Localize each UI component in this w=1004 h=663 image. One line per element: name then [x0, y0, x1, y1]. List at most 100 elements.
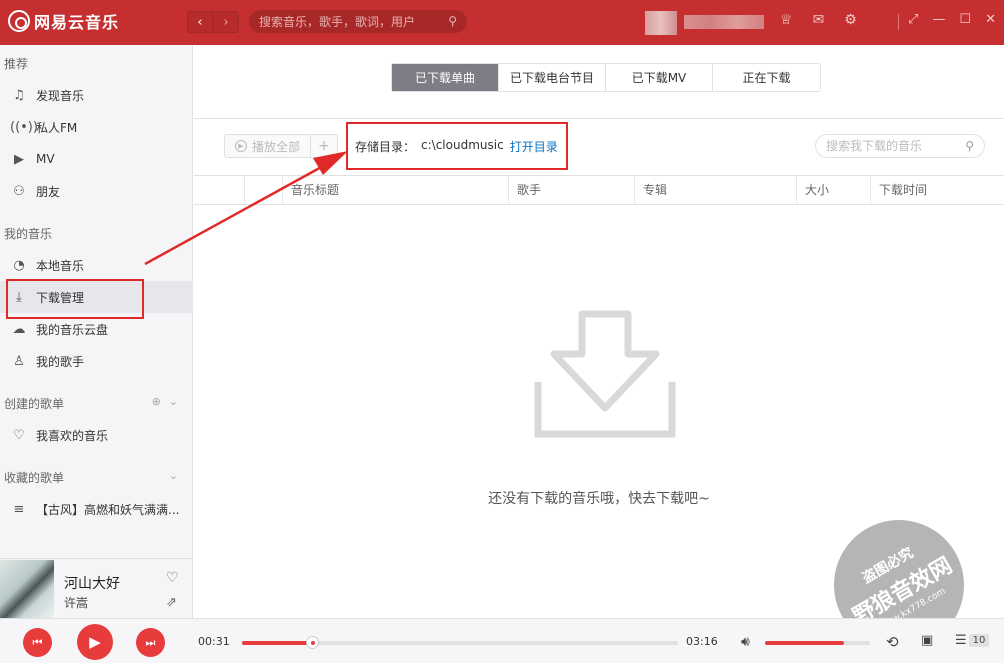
- music-note-icon: ♫: [13, 87, 25, 103]
- previous-track-icon: ⏮: [32, 635, 43, 649]
- section-created-playlists: 创建的歌单: [4, 397, 65, 411]
- sidebar-item-label: 发现音乐: [36, 88, 85, 103]
- sidebar-item-fm[interactable]: ((•)) 私人FM: [0, 111, 193, 143]
- chevron-right-icon: ›: [223, 14, 229, 30]
- sidebar-item-label: 朋友: [36, 184, 61, 199]
- settings-gear-icon[interactable]: ⚙: [844, 12, 857, 28]
- skin-icon[interactable]: ♕: [780, 12, 793, 28]
- column-title[interactable]: 音乐标题: [282, 176, 508, 204]
- section-recommend: 推荐: [4, 57, 29, 71]
- player-bar: ⏮ ▶ ⏭ 00:31 03:16 🔊︎ ⟲ ▣ ☰ 10: [0, 618, 1004, 663]
- mail-icon[interactable]: ✉: [813, 12, 825, 28]
- download-search-input[interactable]: [826, 139, 956, 153]
- now-playing-card[interactable]: 河山大好 许嵩 ♡ ⇗: [0, 558, 193, 618]
- sidebar-item-liked-music[interactable]: ♡ 我喜欢的音乐: [0, 419, 193, 451]
- radio-icon: ((•)): [10, 119, 38, 135]
- section-my-music: 我的音乐: [4, 227, 53, 241]
- tabs-divider: [194, 118, 1004, 119]
- progress-bar[interactable]: [242, 636, 678, 649]
- playlist-queue-icon: ☰: [955, 633, 967, 648]
- search-icon[interactable]: ⚲: [448, 14, 457, 28]
- lyrics-icon[interactable]: ▣: [921, 633, 933, 648]
- play-all-group: ▶ 播放全部 +: [224, 134, 339, 158]
- tab-downloading[interactable]: 正在下载: [713, 64, 820, 91]
- progress-knob[interactable]: [305, 636, 319, 649]
- close-icon[interactable]: ✕: [985, 12, 996, 27]
- play-all-button[interactable]: ▶ 播放全部: [225, 135, 312, 157]
- loop-mode-icon[interactable]: ⟲: [886, 633, 899, 651]
- share-icon[interactable]: ⇗: [166, 595, 177, 610]
- top-actions: ♕ ✉ ⚙: [780, 12, 857, 28]
- album-cover[interactable]: [0, 560, 54, 618]
- sidebar-item-friends[interactable]: ⚇ 朋友: [0, 175, 193, 207]
- add-to-playlist-button[interactable]: +: [311, 135, 337, 157]
- next-button[interactable]: ⏭: [136, 628, 165, 657]
- sidebar-item-discover[interactable]: ♫ 发现音乐: [0, 79, 193, 111]
- playlist-button[interactable]: ☰ 10: [955, 633, 990, 648]
- progress-fill: [242, 641, 312, 645]
- sidebar-item-my-artists[interactable]: ♙ 我的歌手: [0, 345, 193, 377]
- song-title[interactable]: 河山大好: [64, 573, 120, 593]
- sidebar-item-label: 本地音乐: [36, 258, 85, 273]
- global-search[interactable]: ⚲: [249, 10, 467, 33]
- heart-icon: ♡: [13, 427, 25, 443]
- download-tabs: 已下载单曲 已下载电台节目 已下载MV 正在下载: [391, 63, 821, 92]
- volume-slider[interactable]: [765, 641, 870, 645]
- sidebar-item-label: 我喜欢的音乐: [36, 428, 109, 443]
- like-heart-icon[interactable]: ♡: [166, 570, 179, 586]
- section-collected-playlists: 收藏的歌单: [4, 471, 65, 485]
- chevron-down-icon[interactable]: ⌄: [169, 469, 178, 482]
- sidebar-item-local-music[interactable]: ◔ 本地音乐: [0, 249, 193, 281]
- window-controls: ⤢ — ☐ ✕: [908, 12, 996, 27]
- netease-logo-icon: [8, 10, 30, 32]
- volume-fill: [765, 641, 844, 645]
- storage-annotation-box: [346, 122, 568, 170]
- sidebar-item-label: MV: [36, 152, 55, 166]
- tab-downloaded-mv[interactable]: 已下载MV: [606, 64, 713, 91]
- user-avatar[interactable]: [645, 11, 677, 35]
- next-track-icon: ⏭: [145, 635, 156, 649]
- user-name[interactable]: [684, 15, 764, 29]
- chevron-down-icon[interactable]: ⌄: [169, 395, 178, 408]
- tab-downloaded-radio[interactable]: 已下载电台节目: [499, 64, 606, 91]
- column-index: [244, 176, 274, 204]
- friends-icon: ⚇: [13, 183, 25, 199]
- tab-downloaded-songs[interactable]: 已下载单曲: [392, 64, 499, 91]
- play-icon: ▶: [89, 633, 101, 651]
- cloud-icon: ☁: [12, 321, 26, 337]
- person-icon: ♙: [13, 353, 25, 369]
- sidebar-item-label: 我的歌手: [36, 354, 85, 369]
- minimize-icon[interactable]: —: [932, 12, 945, 27]
- previous-button[interactable]: ⏮: [23, 628, 52, 657]
- column-download-time[interactable]: 下载时间: [870, 176, 1004, 204]
- song-artist[interactable]: 许嵩: [64, 594, 88, 611]
- app-logo[interactable]: 网易云音乐: [8, 9, 119, 33]
- play-button[interactable]: ▶: [77, 624, 113, 660]
- global-search-input[interactable]: [259, 14, 439, 29]
- maximize-icon[interactable]: ☐: [959, 12, 971, 27]
- forward-button[interactable]: ›: [213, 11, 239, 33]
- chevron-left-icon: ‹: [197, 14, 203, 30]
- back-button[interactable]: ‹: [187, 11, 213, 33]
- column-artist[interactable]: 歌手: [508, 176, 634, 204]
- total-time: 03:16: [686, 635, 718, 648]
- sidebar-item-mv[interactable]: ▶ MV: [0, 143, 193, 175]
- column-size[interactable]: 大小: [796, 176, 870, 204]
- created-playlist-controls: ⊕ ⌄: [152, 395, 178, 408]
- sidebar-item-label: 【古风】高燃和妖气满满...: [36, 502, 180, 517]
- playlist-icon: ≡: [13, 501, 25, 517]
- playlist-count: 10: [968, 634, 990, 647]
- volume-icon[interactable]: 🔊︎: [741, 634, 750, 650]
- download-search[interactable]: ⚲: [815, 134, 985, 158]
- downloads-annotation-box: [6, 279, 144, 319]
- column-album[interactable]: 专辑: [634, 176, 796, 204]
- search-icon[interactable]: ⚲: [965, 139, 974, 153]
- current-time: 00:31: [198, 635, 230, 648]
- mini-mode-icon[interactable]: ⤢: [908, 12, 918, 27]
- sidebar-item-label: 我的音乐云盘: [36, 322, 109, 337]
- app-logo-text: 网易云音乐: [34, 13, 120, 32]
- history-nav: ‹ ›: [187, 11, 239, 33]
- add-playlist-icon[interactable]: ⊕: [152, 395, 161, 408]
- sidebar-item-collected-playlist[interactable]: ≡ 【古风】高燃和妖气满满...: [0, 493, 193, 525]
- table-header: 音乐标题 歌手 专辑 大小 下载时间: [194, 175, 1004, 205]
